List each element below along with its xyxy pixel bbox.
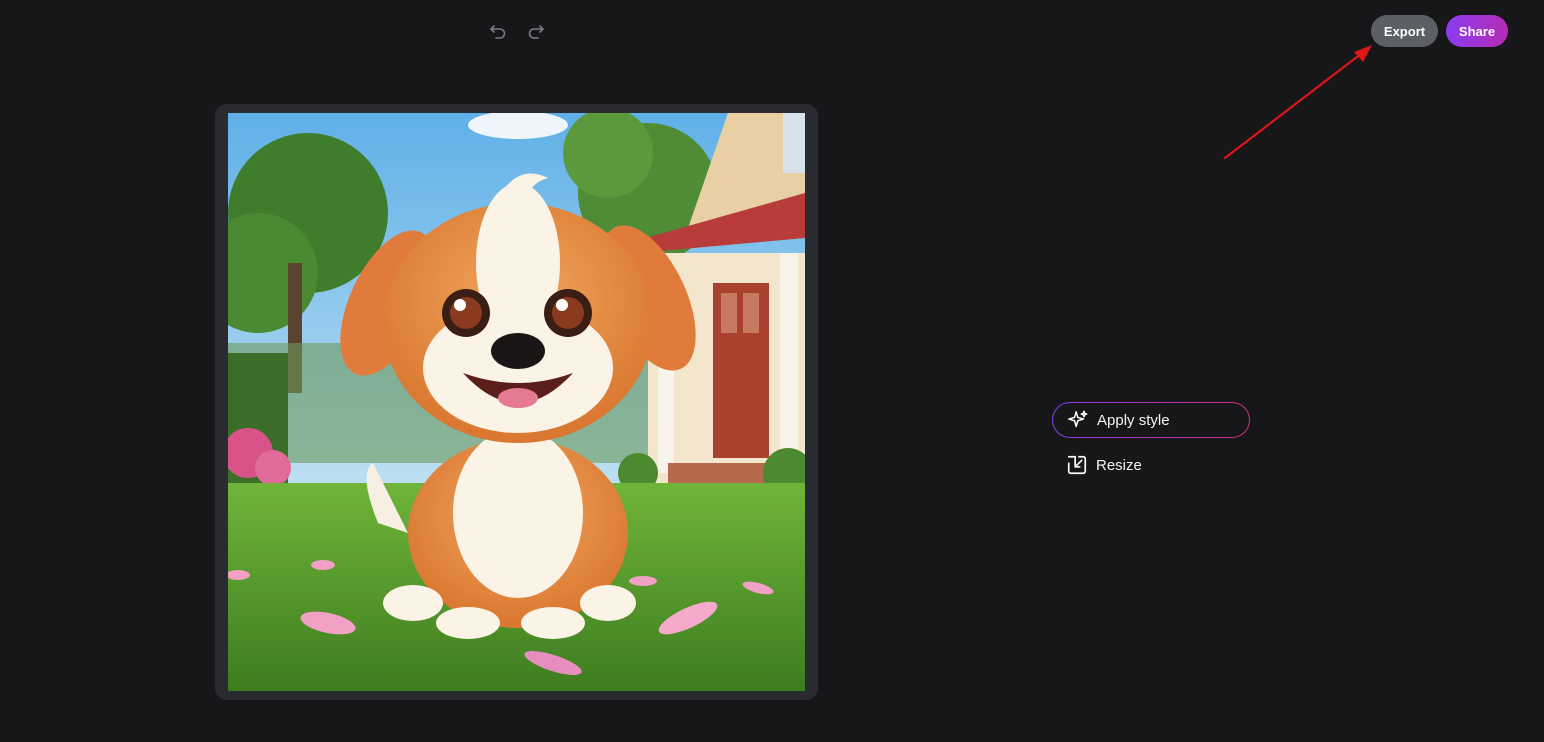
resize-button[interactable]: Resize [1052,447,1250,483]
puppy-illustration [228,113,805,691]
canvas-image[interactable] [228,113,805,691]
annotation-arrow-icon [1223,45,1372,160]
editor-stage: Export Share Apply style Resize [0,0,1544,742]
share-button[interactable]: Share [1446,15,1508,47]
canvas-frame [215,104,818,700]
export-button[interactable]: Export [1371,15,1438,47]
top-actions: Export Share [1371,15,1508,47]
sparkles-icon [1068,410,1088,428]
side-menu: Apply style Resize [1052,402,1250,483]
history-controls [486,20,548,44]
resize-label: Resize [1096,456,1142,474]
apply-style-button[interactable]: Apply style [1052,402,1250,438]
undo-icon[interactable] [486,20,510,44]
apply-style-label: Apply style [1097,411,1170,429]
redo-icon[interactable] [524,20,548,44]
resize-icon [1067,455,1087,475]
